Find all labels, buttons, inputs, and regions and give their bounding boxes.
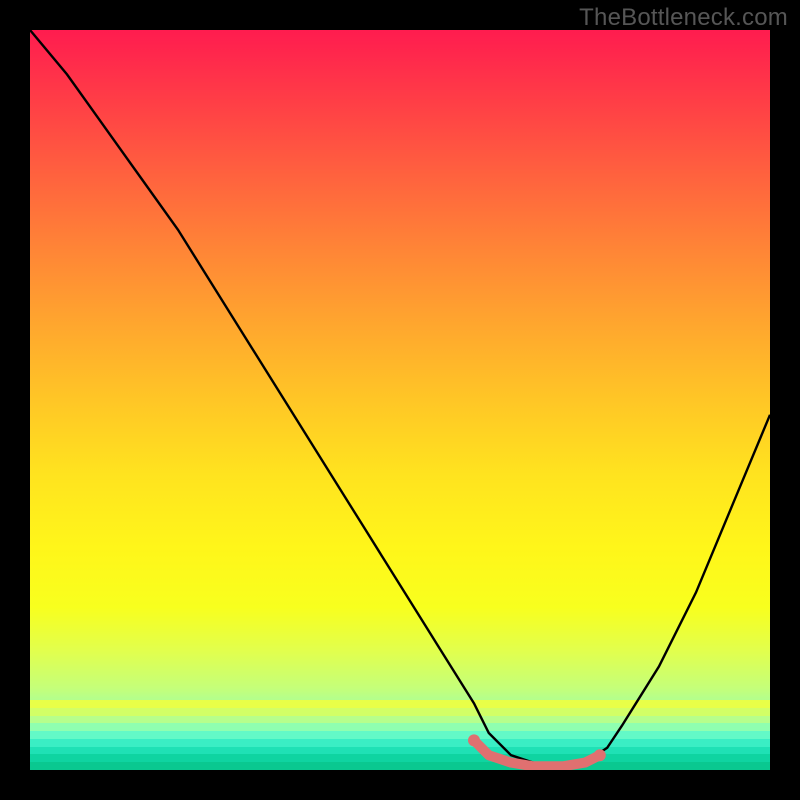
plot-area xyxy=(30,30,770,770)
watermark-text: TheBottleneck.com xyxy=(579,4,788,32)
chart-canvas: TheBottleneck.com xyxy=(0,0,800,800)
curve-layer xyxy=(30,30,770,770)
bottleneck-curve xyxy=(30,30,770,770)
optimal-zone-markers xyxy=(468,734,606,766)
